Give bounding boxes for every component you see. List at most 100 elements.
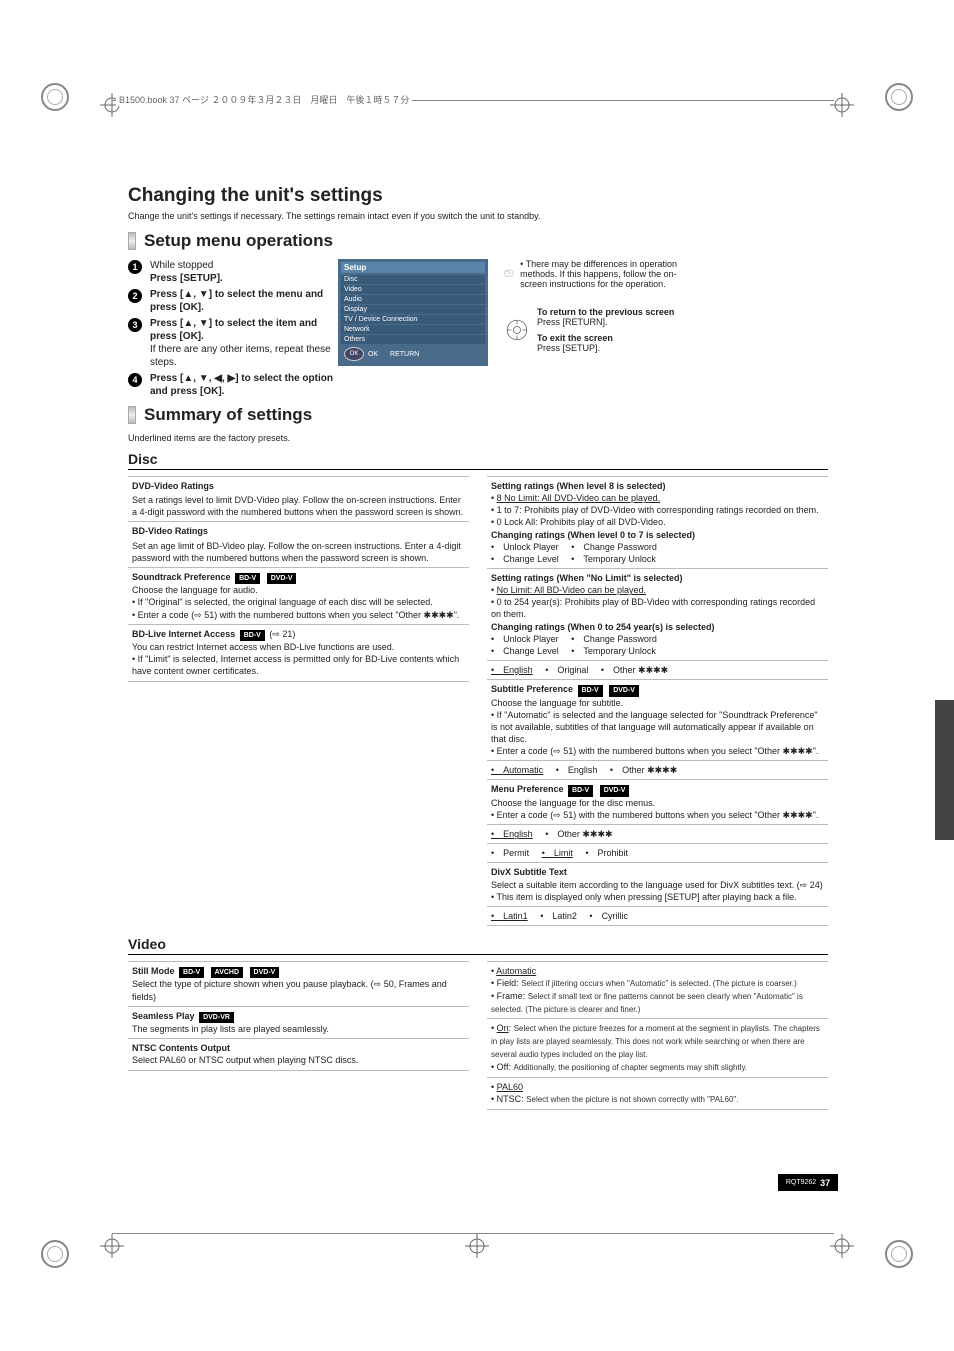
- setting-name: BD-Video Ratings: [132, 525, 465, 537]
- side-note: To return to the previous screen Press […: [537, 307, 674, 353]
- setting-note: If "Limit" is selected, Internet access …: [132, 654, 459, 676]
- setting-name: Still Mode: [132, 966, 175, 976]
- screenshot-title: Setup: [341, 262, 485, 273]
- remote-setup-icon: [503, 316, 531, 344]
- format-tag: BD-V: [240, 630, 265, 641]
- setting-desc: The segments in play lists are played se…: [132, 1024, 329, 1034]
- crosshair-icon: [830, 93, 854, 117]
- screenshot-ok: OK: [368, 351, 378, 358]
- footer-rule: [112, 1233, 834, 1234]
- setting-option: Temporary Unlock: [571, 645, 656, 657]
- crosshair-icon: [465, 1234, 489, 1258]
- setting-option: No Limit: All BD-Video can be played.: [497, 585, 646, 595]
- setting-note: If "Original" is selected, the original …: [138, 597, 433, 607]
- setting-option: Other ✱✱✱✱: [601, 664, 668, 676]
- registration-mark: [885, 1240, 913, 1268]
- remote-nav-icon: [503, 260, 514, 288]
- screenshot-item: Audio: [341, 295, 485, 304]
- summary-note: Underlined items are the factory presets…: [128, 433, 828, 443]
- setting-sub-title: Setting ratings (When "No Limit" is sele…: [491, 573, 683, 583]
- setting-option: Unlock Player: [491, 633, 559, 645]
- format-tag: BD-V: [568, 785, 593, 796]
- format-tag: DVD-VR: [199, 1012, 234, 1023]
- screenshot-ok-icon: OK: [344, 347, 364, 361]
- setting-desc: Choose the language for audio.: [132, 585, 258, 595]
- registration-mark: [41, 83, 69, 111]
- setting-sub-title: Changing ratings (When 0 to 254 year(s) …: [491, 622, 715, 632]
- setting-xref: (⇨ 21): [269, 629, 295, 639]
- setting-name: BD-Live Internet Access: [132, 629, 235, 639]
- step-text: While stoppedPress [SETUP].: [150, 259, 223, 285]
- setting-option: Field: [497, 978, 517, 988]
- setting-option: Change Password: [571, 541, 657, 553]
- setting-option: Change Level: [491, 553, 559, 565]
- format-tag: DVD-V: [267, 573, 297, 584]
- setting-option-note: Select if small text or fine patterns ca…: [491, 992, 803, 1014]
- setting-option: Limit: [542, 847, 573, 859]
- step-number: 3: [128, 318, 142, 332]
- screenshot-item: Disc: [341, 275, 485, 284]
- page-header-filename: B1500.book 37 ページ ２００９年３月２３日 月曜日 午後１時５７分: [116, 93, 412, 106]
- setting-option: Original: [545, 664, 588, 676]
- setting-name: NTSC Contents Output: [132, 1043, 230, 1053]
- format-tag: BD-V: [179, 967, 204, 978]
- setting-option: English: [491, 828, 533, 840]
- setting-option: Cyrillic: [589, 910, 628, 922]
- setting-option: Change Password: [571, 633, 657, 645]
- setting-option: Unlock Player: [491, 541, 559, 553]
- setting-option: Temporary Unlock: [571, 553, 656, 565]
- setting-desc: Choose the language for the disc menus.: [491, 798, 655, 808]
- section-heading: Summary of settings: [144, 405, 312, 425]
- setting-note: Enter a code (⇨ 51) with the numbered bu…: [497, 810, 819, 820]
- setting-desc: Set a ratings level to limit DVD-Video p…: [132, 495, 463, 517]
- setting-option: Automatic: [491, 764, 543, 776]
- disc-heading: Disc: [128, 451, 828, 470]
- setting-note: This item is displayed only when pressin…: [497, 892, 797, 902]
- setting-desc: Choose the language for subtitle.: [491, 698, 623, 708]
- setting-option: Change Level: [491, 645, 559, 657]
- step-number: 4: [128, 373, 142, 387]
- setting-option: Permit: [491, 847, 529, 859]
- format-tag: BD-V: [235, 573, 260, 584]
- setting-sub-title: Changing ratings (When level 0 to 7 is s…: [491, 530, 695, 540]
- setting-option: Latin1: [491, 910, 528, 922]
- setting-option-note: Select when the picture is not shown cor…: [526, 1095, 738, 1104]
- setting-name: Menu Preference: [491, 784, 564, 794]
- side-tab-settings: [935, 700, 954, 840]
- setting-option: 1 to 7: Prohibits play of DVD-Video with…: [497, 505, 819, 515]
- setting-desc: Select the type of picture shown when yo…: [132, 979, 368, 989]
- setting-note: If "Automatic" is selected and the langu…: [491, 710, 818, 744]
- page-number: RQT9262 37: [778, 1174, 838, 1191]
- crosshair-icon: [830, 1234, 854, 1258]
- setting-option: On: [497, 1023, 509, 1033]
- setting-name: Soundtrack Preference: [132, 572, 231, 582]
- setting-desc: Set an age limit of BD-Video play. Follo…: [132, 541, 461, 563]
- section-heading: Setup menu operations: [144, 231, 333, 251]
- screenshot-return: RETURN: [390, 351, 419, 358]
- setting-option: Off: [497, 1062, 509, 1072]
- setting-option: Prohibit: [585, 847, 628, 859]
- setting-option: 8 No Limit: All DVD-Video can be played.: [497, 493, 660, 503]
- setting-sub-title: Setting ratings (When level 8 is selecte…: [491, 481, 666, 491]
- registration-mark: [41, 1240, 69, 1268]
- step-number: 2: [128, 289, 142, 303]
- setting-name: Seamless Play: [132, 1011, 195, 1021]
- heading-ornament-icon: [128, 232, 136, 250]
- setting-desc: Select a suitable item according to the …: [491, 880, 823, 890]
- setting-option: Latin2: [540, 910, 577, 922]
- setting-option: Other ✱✱✱✱: [610, 764, 677, 776]
- registration-mark: [885, 83, 913, 111]
- setting-option: PAL60: [497, 1082, 523, 1092]
- screenshot-item: Display: [341, 305, 485, 314]
- setting-name: DVD-Video Ratings: [132, 480, 465, 492]
- screenshot-item: TV / Device Connection: [341, 315, 485, 324]
- setting-option-note: Additionally, the positioning of chapter…: [514, 1063, 748, 1072]
- setup-menu-screenshot: Setup Disc Video Audio Display TV / Devi…: [338, 259, 488, 366]
- setting-note: Enter a code (⇨ 51) with the numbered bu…: [138, 610, 460, 620]
- setting-name: DivX Subtitle Text: [491, 867, 567, 877]
- video-heading: Video: [128, 936, 828, 955]
- step-number: 1: [128, 260, 142, 274]
- screenshot-item: Video: [341, 285, 485, 294]
- setting-option: Automatic: [496, 966, 536, 976]
- format-tag: DVD-V: [600, 785, 630, 796]
